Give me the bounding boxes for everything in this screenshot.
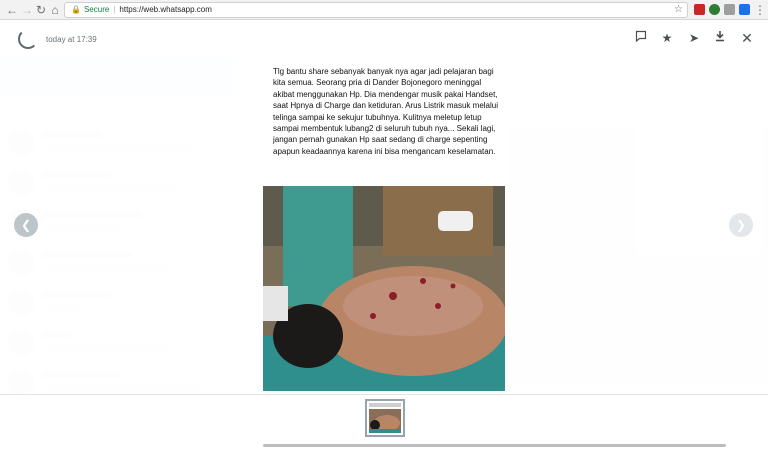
bookmark-star-icon[interactable]: ☆ [674, 3, 683, 17]
image-caption: Tlg bantu share sebanyak banyak nya agar… [273, 67, 498, 156]
home-icon[interactable]: ⌂ [48, 3, 62, 17]
extension-icon[interactable] [709, 4, 720, 15]
browser-toolbar: ← → ↻ ⌂ 🔒 Secure | https://web.whatsapp.com… [0, 0, 768, 20]
extension-icon[interactable] [724, 4, 735, 15]
forward-arrow-icon[interactable]: → [20, 3, 34, 17]
photo [263, 186, 505, 391]
shield-extension-icon[interactable] [694, 4, 705, 15]
download-icon[interactable] [712, 30, 728, 46]
media-viewer-header: today at 17:39 ★ ➤ ✕ [0, 20, 768, 56]
back-arrow-icon[interactable]: ← [5, 3, 19, 17]
forward-icon[interactable]: ➤ [686, 30, 702, 46]
translate-icon[interactable] [739, 4, 750, 15]
media-content: Tlg bantu share sebanyak banyak nya agar… [263, 56, 505, 391]
thumbnail-image[interactable] [365, 399, 405, 437]
address-bar[interactable]: 🔒 Secure | https://web.whatsapp.com ☆ [64, 2, 688, 18]
url-text: https://web.whatsapp.com [119, 5, 212, 14]
chevron-right-icon[interactable]: ❯ [729, 213, 753, 237]
chevron-left-icon[interactable]: ❮ [14, 213, 38, 237]
thumbnail-strip [0, 394, 768, 449]
lock-icon: 🔒 [71, 5, 81, 14]
address-separator: | [113, 5, 116, 14]
star-icon[interactable]: ★ [659, 30, 675, 46]
avatar[interactable] [18, 29, 38, 49]
menu-icon[interactable]: ⋮ [753, 3, 767, 17]
horizontal-scrollbar[interactable] [263, 444, 726, 447]
message-timestamp: today at 17:39 [46, 35, 97, 44]
close-icon[interactable]: ✕ [739, 30, 755, 46]
message-icon[interactable] [633, 30, 649, 46]
secure-label: Secure [83, 5, 110, 14]
reload-icon[interactable]: ↻ [34, 3, 48, 17]
